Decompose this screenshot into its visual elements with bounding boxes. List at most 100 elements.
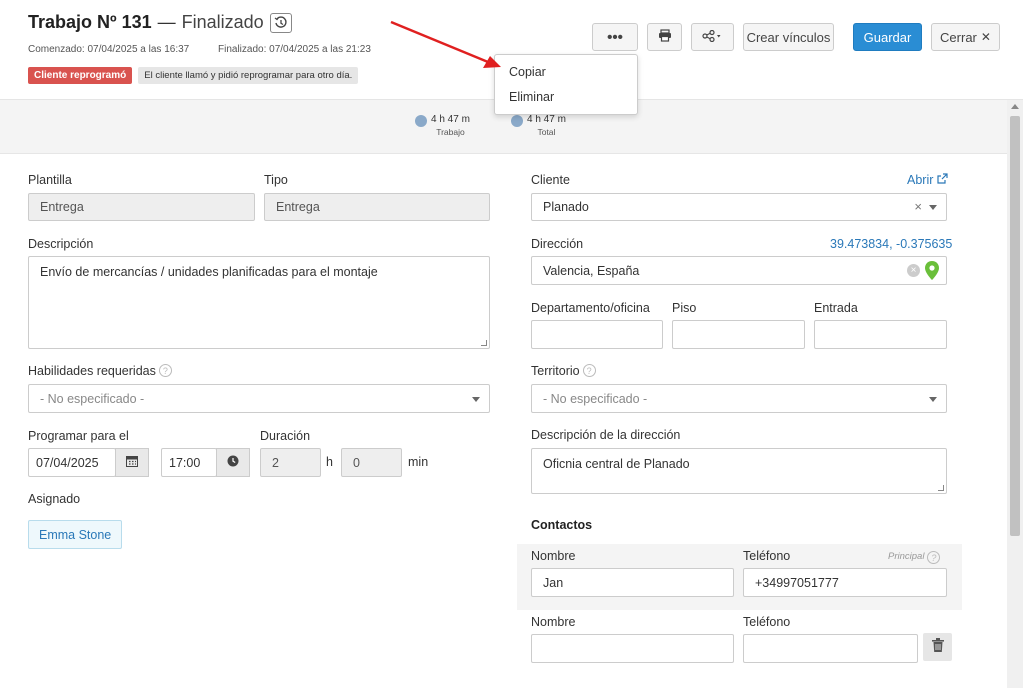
duration-label: Duración	[260, 429, 311, 443]
address-description-value: Oficnia central de Planado	[543, 457, 690, 471]
time-input[interactable]: 17:00	[161, 448, 217, 477]
scrollbar[interactable]	[1007, 100, 1023, 688]
share-icon	[701, 29, 724, 45]
address-label: Dirección	[531, 237, 584, 251]
close-icon: ✕	[980, 30, 991, 44]
contact-name-label: Nombre	[531, 615, 576, 629]
minutes-unit: min	[408, 455, 429, 469]
help-icon[interactable]: ?	[158, 364, 172, 377]
total-timer: 4 h 47 m Total	[511, 114, 566, 137]
menu-item-delete[interactable]: Eliminar	[509, 90, 554, 104]
contacts-title: Contactos	[531, 518, 593, 532]
skills-value: - No especificado -	[40, 391, 145, 406]
contact-phone-label: Teléfono	[743, 549, 791, 563]
more-actions-button[interactable]: •••	[592, 23, 638, 51]
chevron-down-icon	[472, 396, 480, 402]
tag-note: El cliente llamó y pidió reprogramar par…	[138, 67, 359, 84]
coordinates-link[interactable]: 39.473834, -0.375635	[830, 237, 952, 251]
contact-name-input[interactable]	[531, 634, 734, 663]
territory-label: Territorio?	[531, 364, 596, 378]
type-label: Tipo	[264, 173, 288, 187]
clear-client-icon[interactable]: ×	[914, 199, 922, 214]
date-input[interactable]: 07/04/2025	[28, 448, 116, 477]
history-icon[interactable]	[269, 12, 292, 33]
assigned-label: Asignado	[28, 492, 81, 506]
client-select[interactable]: Planado ×	[531, 193, 947, 221]
external-link-icon	[937, 173, 948, 187]
chevron-down-icon	[929, 205, 937, 210]
clock-icon	[511, 115, 523, 127]
resize-handle[interactable]	[938, 485, 944, 491]
total-time-value: 4 h 47 m	[527, 114, 566, 125]
close-button-label: Cerrar	[940, 29, 977, 45]
type-field: Entrega	[264, 193, 490, 221]
principal-label: Principal?	[888, 551, 941, 564]
description-label: Descripción	[28, 237, 94, 251]
create-links-button[interactable]: Crear vínculos	[743, 23, 834, 51]
entrance-input[interactable]	[814, 320, 947, 349]
print-icon	[658, 29, 672, 45]
annotation-arrow	[390, 20, 501, 68]
hours-unit: h	[326, 455, 333, 469]
client-value: Planado	[543, 200, 589, 214]
job-status: Finalizado	[181, 12, 264, 32]
department-input[interactable]	[531, 320, 663, 349]
department-label: Departamento/oficina	[531, 301, 650, 315]
tag-row: Cliente reprogramó El cliente llamó y pi…	[28, 67, 359, 84]
menu-item-copy[interactable]: Copiar	[509, 65, 546, 79]
address-input[interactable]: Valencia, España ×	[531, 256, 947, 285]
save-button[interactable]: Guardar	[853, 23, 922, 51]
floor-label: Piso	[672, 301, 697, 315]
help-icon[interactable]: ?	[927, 551, 941, 564]
trash-icon	[931, 637, 944, 657]
resize-handle[interactable]	[481, 340, 487, 346]
contact-phone-label: Teléfono	[743, 615, 791, 629]
share-button[interactable]	[691, 23, 734, 51]
finished-time: Finalizado: 07/04/2025 a las 21:23	[218, 44, 371, 55]
map-pin-icon[interactable]	[925, 261, 939, 283]
contact-phone-input[interactable]: +34997051777	[743, 568, 947, 597]
skills-select[interactable]: - No especificado -	[28, 384, 490, 413]
work-time-label: Trabajo	[436, 127, 465, 137]
status-badge: Cliente reprogramó	[28, 67, 133, 84]
territory-select[interactable]: - No especificado -	[531, 384, 947, 413]
work-timer: 4 h 47 m Trabajo	[415, 114, 470, 137]
assignee-chip[interactable]: Emma Stone	[28, 520, 123, 549]
delete-contact-button[interactable]	[923, 633, 952, 661]
floor-input[interactable]	[672, 320, 805, 349]
close-button[interactable]: Cerrar ✕	[931, 23, 1000, 51]
help-icon[interactable]: ?	[582, 364, 596, 377]
clock-icon	[227, 454, 239, 472]
title-separator: —	[157, 12, 176, 32]
scrollbar-thumb[interactable]	[1010, 116, 1020, 536]
duration-minutes-input[interactable]: 0	[341, 448, 402, 477]
job-dialog: Trabajo Nº 131 — Finalizado Comenzado: 0…	[0, 0, 1023, 688]
contact-phone-input[interactable]	[743, 634, 918, 663]
description-textarea[interactable]: Envío de mercancías / unidades planifica…	[28, 256, 490, 349]
template-field: Entrega	[28, 193, 255, 221]
description-value: Envío de mercancías / unidades planifica…	[40, 265, 378, 279]
play-icon	[415, 115, 427, 127]
page-title: Trabajo Nº 131 — Finalizado	[28, 12, 292, 33]
contact-name-input[interactable]: Jan	[531, 568, 734, 597]
address-description-label: Descripción de la dirección	[531, 428, 681, 442]
client-label: Cliente	[531, 173, 570, 187]
skills-label-text: Habilidades requeridas	[28, 364, 156, 378]
skills-label: Habilidades requeridas?	[28, 364, 172, 378]
calendar-icon	[126, 454, 138, 472]
calendar-button[interactable]	[115, 448, 149, 477]
template-label: Plantilla	[28, 173, 72, 187]
address-description-textarea[interactable]: Oficnia central de Planado	[531, 448, 947, 494]
chevron-down-icon	[929, 396, 937, 402]
time-picker-button[interactable]	[216, 448, 250, 477]
duration-hours-input[interactable]: 2	[260, 448, 321, 477]
open-client-link[interactable]: Abrir	[907, 173, 948, 187]
job-number: Trabajo Nº 131	[28, 12, 152, 32]
scroll-up-arrow[interactable]	[1011, 104, 1019, 109]
clear-address-icon[interactable]: ×	[907, 264, 920, 277]
territory-label-text: Territorio	[531, 364, 580, 378]
print-button[interactable]	[647, 23, 682, 51]
open-link-text: Abrir	[907, 173, 934, 187]
more-actions-menu: Copiar Eliminar	[494, 54, 638, 115]
work-time-value: 4 h 47 m	[431, 114, 470, 125]
